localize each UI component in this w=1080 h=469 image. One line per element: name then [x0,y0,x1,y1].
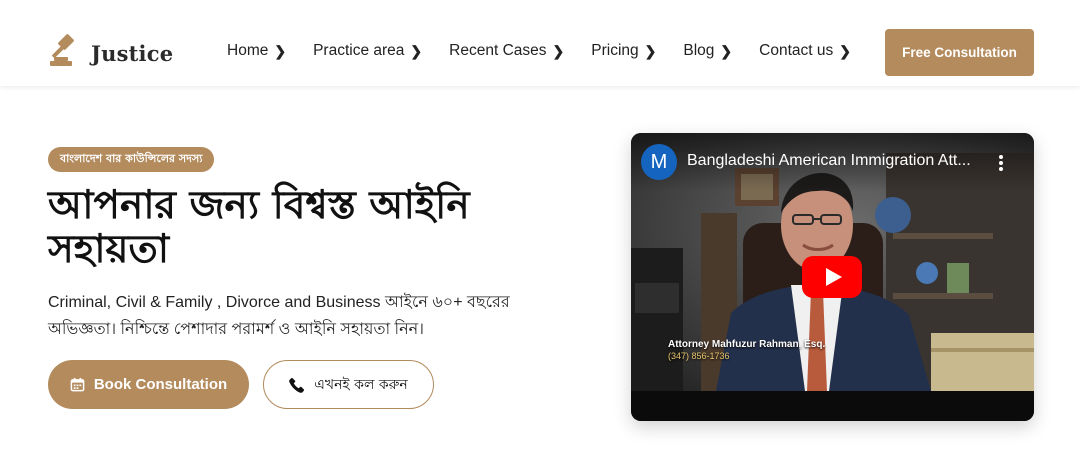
free-consultation-button[interactable]: Free Consultation [885,29,1034,76]
attorney-name: Attorney Mahfuzur Rahman, Esq. [668,339,826,350]
calendar-icon [70,377,94,392]
hero-headline-line1: আপনার জন্য বিশ্বস্ত আইনি [48,183,470,228]
nav-item-home[interactable]: Home ❯ [227,42,286,60]
main-nav: Home ❯ Practice area ❯ Recent Cases ❯ Pr… [227,42,878,60]
chevron-right-icon: ❯ [720,42,733,59]
nav-item-blog[interactable]: Blog ❯ [683,42,732,60]
hero-headline-line2: সহায়তা [48,227,170,272]
hero-description: Criminal, Civil & Family , Divorce and B… [48,289,548,343]
site-header: Justice Home ❯ Practice area ❯ Recent Ca… [0,0,1080,86]
call-now-button[interactable]: এখনই কল করুন [263,360,434,409]
channel-avatar[interactable]: M [641,144,677,180]
logo-text: Justice [91,40,174,66]
video-lower-third: Attorney Mahfuzur Rahman, Esq. (347) 856… [668,339,825,361]
attorney-phone: (347) 856-1736 [668,351,730,361]
book-consultation-button[interactable]: Book Consultation [48,360,249,409]
nav-item-label: Recent Cases [449,42,547,59]
nav-item-label: Contact us [759,42,834,59]
video-title[interactable]: Bangladeshi American Immigration Att... [687,152,987,170]
phone-icon [289,377,314,393]
nav-item-contact-us[interactable]: Contact us ❯ [759,42,851,60]
chevron-right-icon: ❯ [410,42,423,59]
chevron-right-icon: ❯ [552,42,565,59]
chevron-right-icon: ❯ [839,42,851,59]
gavel-icon [48,34,82,72]
hero-description-line2: অভিজ্ঞতা। নিশ্চিন্তে পেশাদার পরামর্শ ও আ… [48,321,424,338]
nav-item-practice-area[interactable]: Practice area ❯ [313,42,422,60]
video-bottom-bar [631,391,1034,421]
chevron-right-icon: ❯ [274,42,287,59]
hero-description-line1: Criminal, Civil & Family , Divorce and B… [48,294,510,311]
bar-council-badge: বাংলাদেশ বার কাউন্সিলের সদস্য [48,147,215,172]
book-consultation-label: Book Consultation [93,376,228,393]
nav-item-label: Pricing [591,42,639,59]
hero-headline: আপনার জন্য বিশ্বস্ত আইনি সহায়তা [48,184,548,272]
logo[interactable]: Justice [48,34,173,72]
more-vertical-icon[interactable] [991,153,1011,173]
youtube-play-icon[interactable] [802,256,862,298]
nav-item-recent-cases[interactable]: Recent Cases ❯ [449,42,564,60]
nav-item-label: Home [227,42,269,59]
chevron-right-icon: ❯ [644,42,657,59]
call-now-label: এখনই কল করুন [314,376,408,393]
nav-item-label: Practice area [313,42,405,59]
nav-item-pricing[interactable]: Pricing ❯ [591,42,656,60]
nav-item-label: Blog [683,42,715,59]
youtube-video-embed[interactable]: M Bangladeshi American Immigration Att..… [631,133,1034,421]
